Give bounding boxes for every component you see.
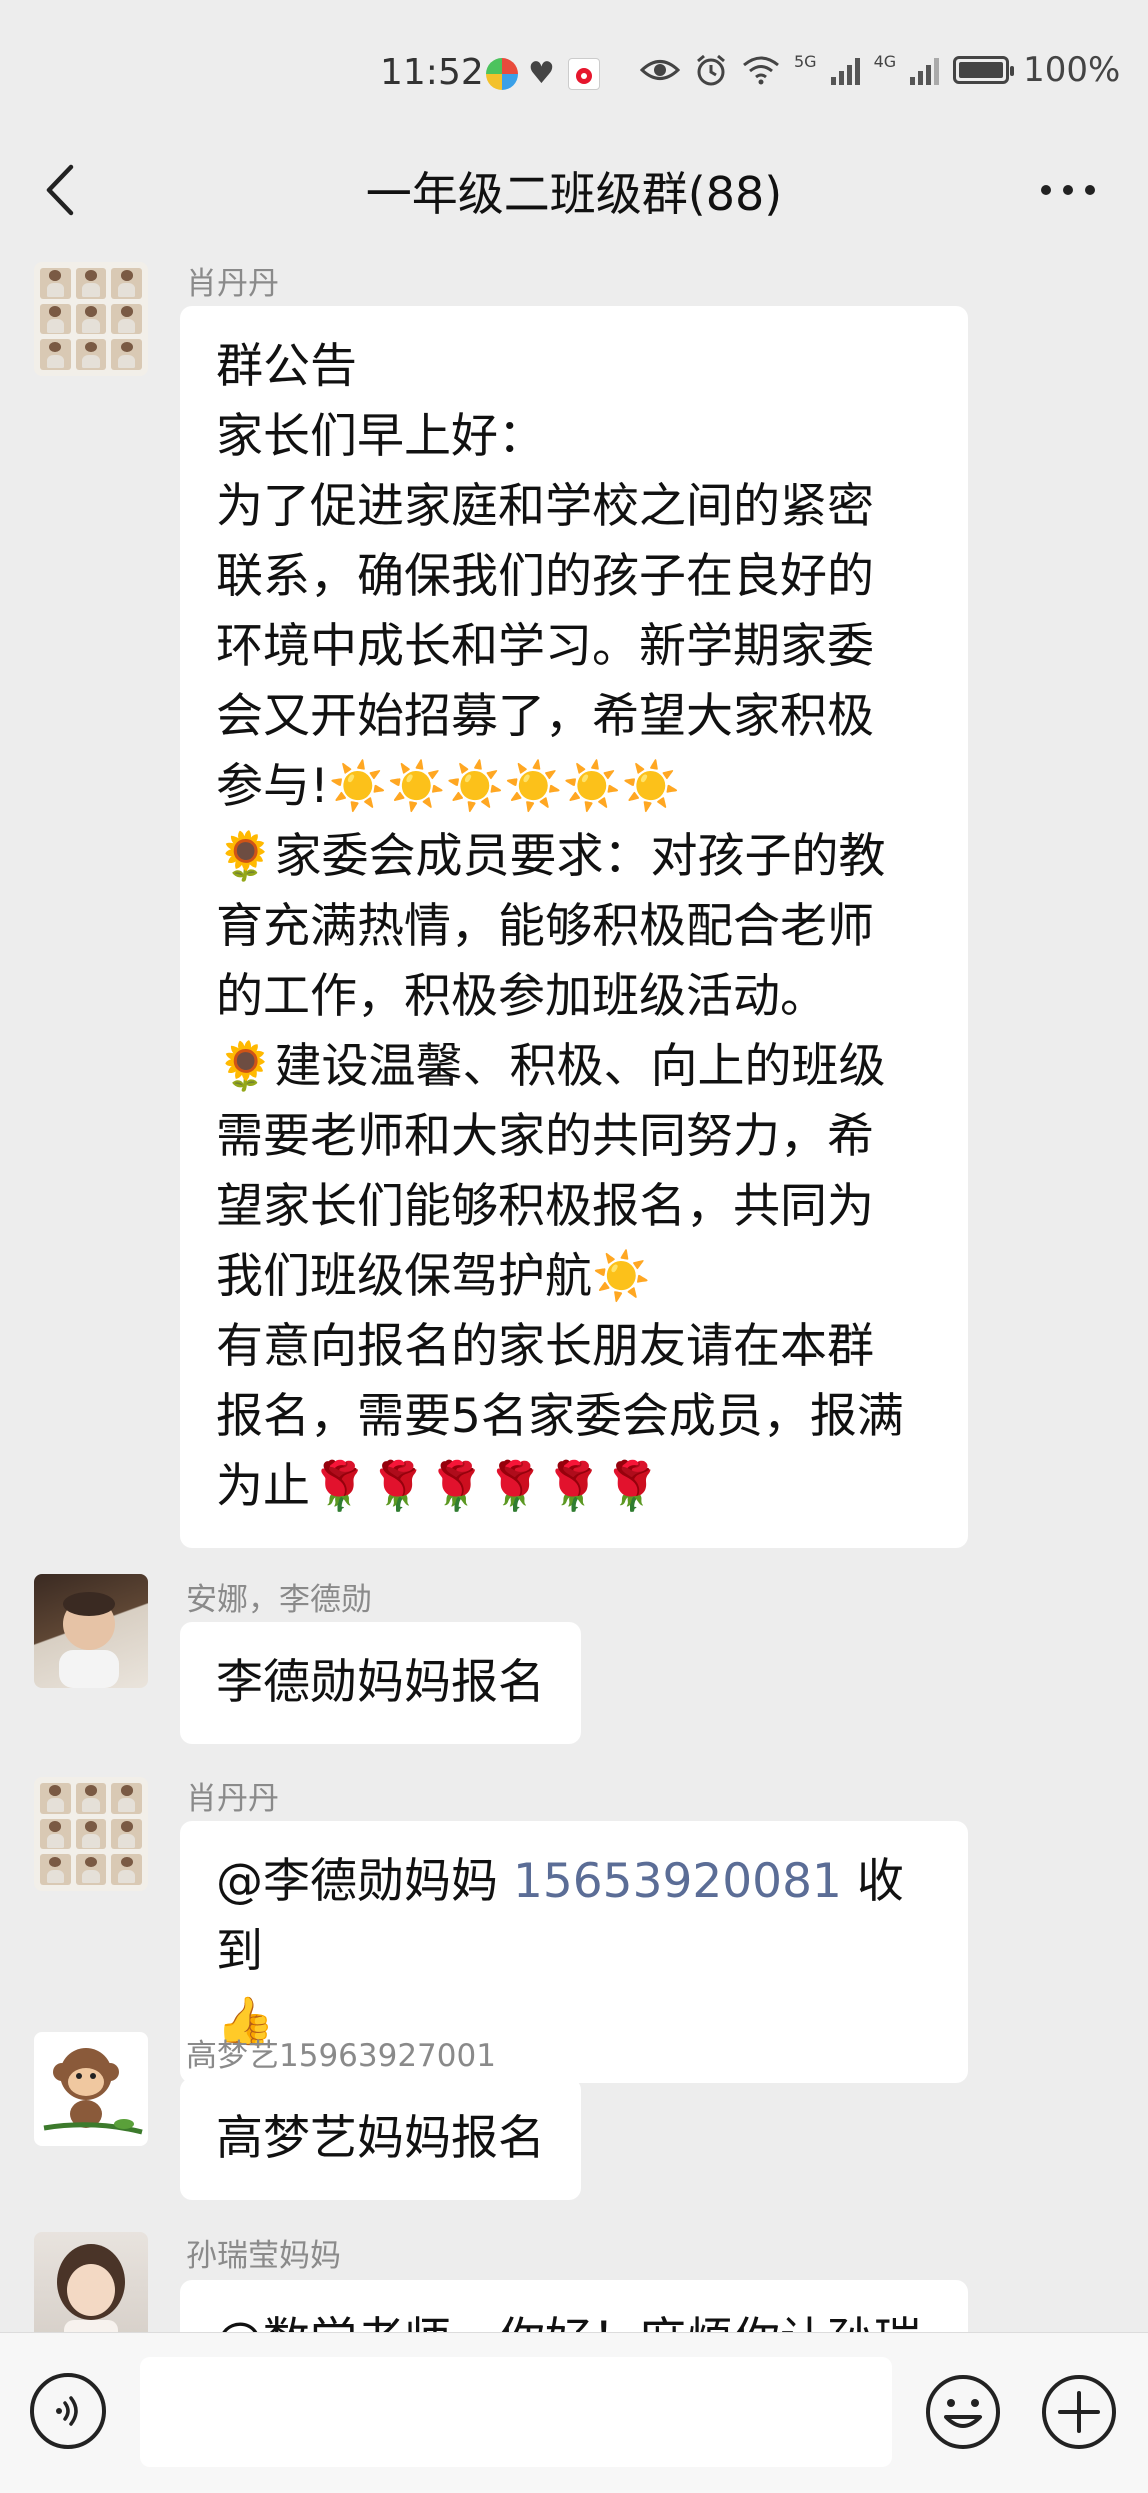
weibo-app-icon xyxy=(568,58,600,90)
message-line: 🌻建设温馨、积极、向上的班级 xyxy=(216,1039,886,1094)
sender-name: 高梦艺15963927001 xyxy=(186,2038,496,2074)
message-bubble[interactable]: 高梦艺妈妈报名 xyxy=(180,2078,581,2200)
voice-button[interactable] xyxy=(30,2373,106,2449)
signal-bars-icon xyxy=(910,55,940,85)
message-line: 群公告 xyxy=(216,339,357,394)
more-button[interactable] xyxy=(1028,160,1108,220)
sender-name: 肖丹丹 xyxy=(186,266,279,302)
message-line: 为了促进家庭和学校之间的紧密 xyxy=(216,479,874,534)
message-line: 参与!☀️☀️☀️☀️☀️☀️ xyxy=(216,759,680,814)
message-input[interactable] xyxy=(140,2357,892,2467)
message-text: 高梦艺妈妈报名 xyxy=(216,2111,545,2166)
avatar[interactable] xyxy=(34,1574,148,1688)
emoji-icon xyxy=(926,2375,1000,2449)
message-line: 家长们早上好： xyxy=(216,409,545,464)
message-line: 育充满热情，能够积极配合老师 xyxy=(216,899,874,954)
plus-icon xyxy=(1042,2375,1116,2449)
chat-header: 一年级二班级群(88) xyxy=(0,130,1148,250)
message-text: 李德勋妈妈报名 xyxy=(216,1655,545,1710)
chat-title: 一年级二班级群(88) xyxy=(365,167,783,221)
message-line: 的工作，积极参加班级活动。 xyxy=(216,969,827,1024)
message-bubble[interactable]: 李德勋妈妈报名 xyxy=(180,1622,581,1744)
wifi-icon xyxy=(743,56,779,85)
sender-name: 安娜，李德勋 xyxy=(186,1582,372,1618)
more-functions-button[interactable] xyxy=(1040,2373,1118,2451)
sender-name: 肖丹丹 xyxy=(186,1781,279,1817)
voice-icon xyxy=(56,2396,78,2426)
avatar[interactable] xyxy=(34,2032,148,2146)
app-notification-icon xyxy=(486,58,518,90)
avatar[interactable] xyxy=(34,2232,148,2346)
message-line: 我们班级保驾护航☀️ xyxy=(216,1249,651,1304)
message-line: 环境中成长和学习。新学期家委 xyxy=(216,619,874,674)
message-line: 需要老师和大家的共同努力，希 xyxy=(216,1109,874,1164)
message-bubble[interactable]: 群公告 家长们早上好： 为了促进家庭和学校之间的紧密 联系，确保我们的孩子在良好… xyxy=(180,306,968,1548)
message-line: 会又开始招募了，希望大家积极 xyxy=(216,689,874,744)
eye-icon xyxy=(640,60,680,80)
message-line: 🌻家委会成员要求：对孩子的教 xyxy=(216,829,886,884)
message-line: 联系，确保我们的孩子在良好的 xyxy=(216,549,874,604)
avatar[interactable] xyxy=(34,262,148,376)
input-bar xyxy=(0,2332,1148,2493)
battery-percent: 100% xyxy=(1023,50,1121,90)
phone-link[interactable]: 15653920081 xyxy=(513,1854,842,1909)
sender-name: 孙瑞莹妈妈 xyxy=(186,2238,341,2274)
network-5g-label: 5G xyxy=(794,52,817,71)
mention-text: @李德勋妈妈 xyxy=(216,1854,513,1909)
message-line: 望家长们能够积极报名，共同为 xyxy=(216,1179,874,1234)
heart-shield-icon: ♥ xyxy=(528,56,555,91)
emoji-button[interactable] xyxy=(924,2373,1002,2451)
message-line: 报名，需要5名家委会成员，报满 xyxy=(216,1389,904,1444)
status-icons: 5G 4G 100% xyxy=(640,50,1120,90)
avatar[interactable] xyxy=(34,1777,148,1891)
message-line: 为止🌹🌹🌹🌹🌹🌹 xyxy=(216,1459,662,1514)
more-dots-icon xyxy=(1041,185,1095,195)
battery-icon xyxy=(953,56,1015,84)
network-4g-label: 4G xyxy=(873,52,897,71)
signal-bars-icon xyxy=(830,55,860,85)
status-time: 11:52 xyxy=(380,52,484,93)
status-bar: 11:52 ♥ 5G 4G 100% xyxy=(0,0,1148,150)
alarm-icon xyxy=(697,54,725,86)
message-line: 有意向报名的家长朋友请在本群 xyxy=(216,1319,874,1374)
